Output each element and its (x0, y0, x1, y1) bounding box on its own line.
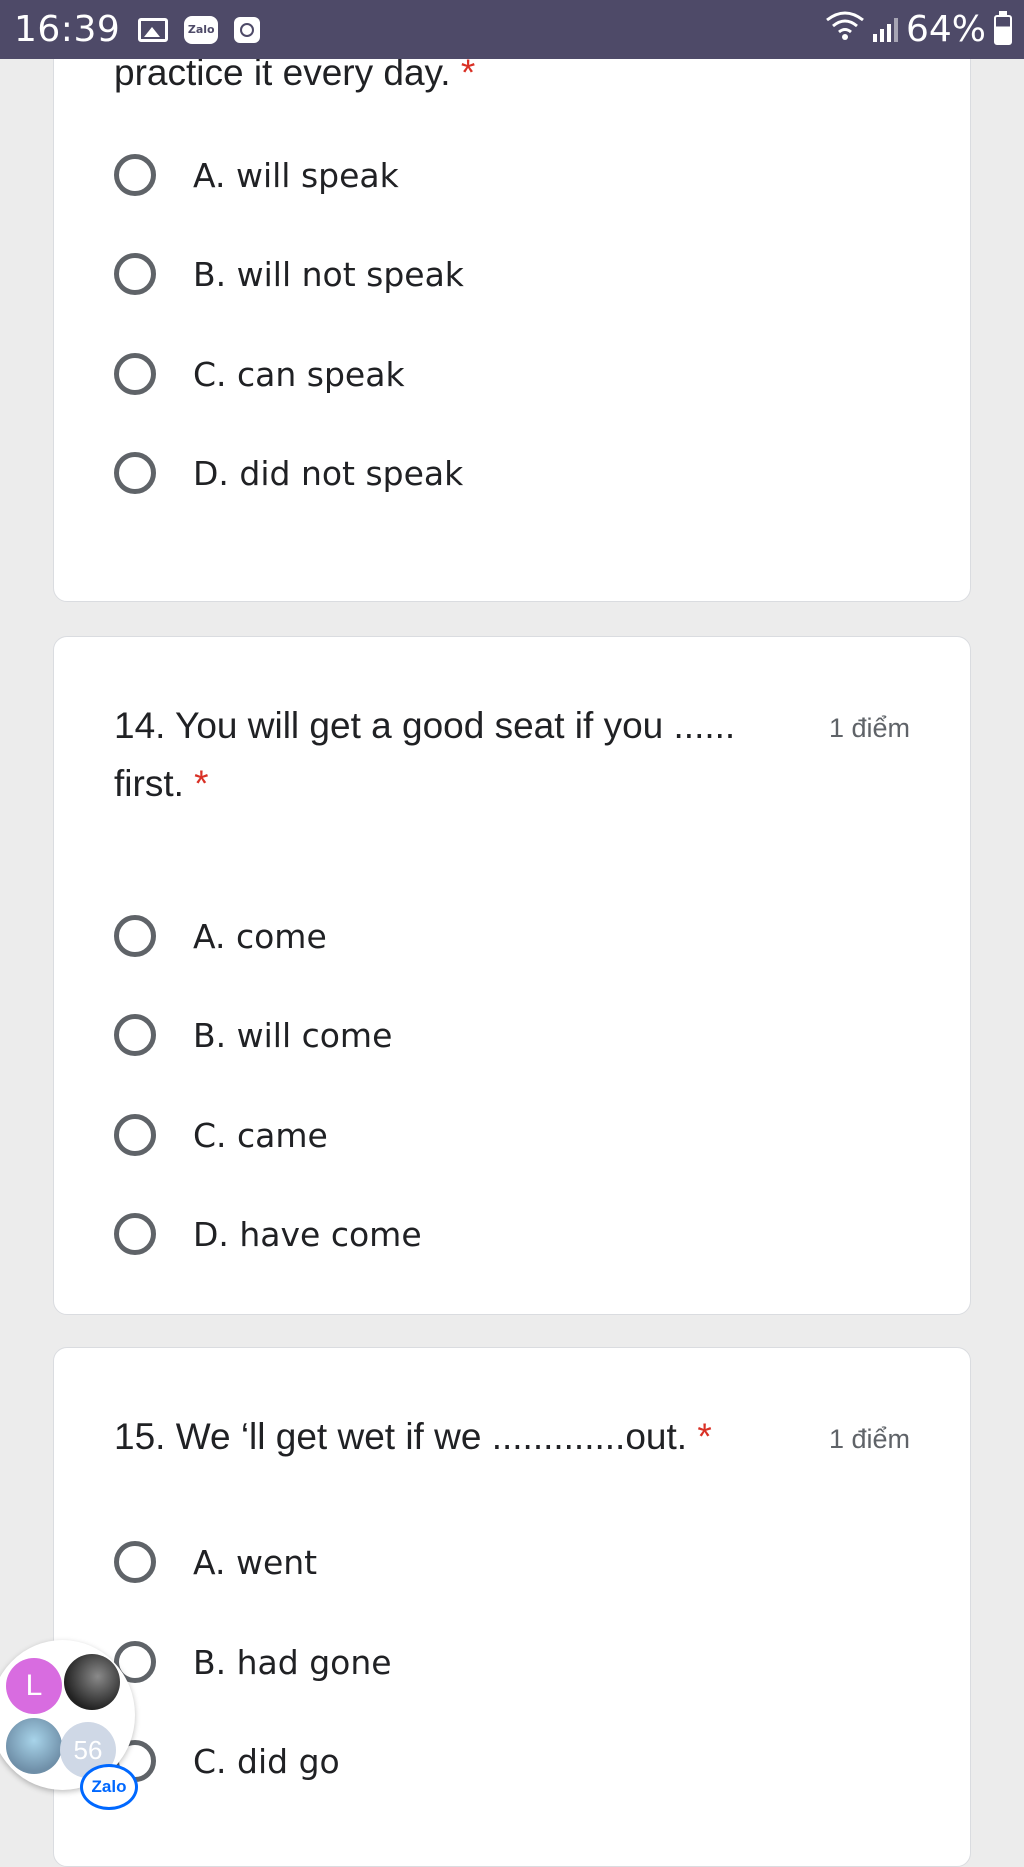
option-label: C. did go (193, 1741, 340, 1781)
option-a[interactable]: A. went (114, 1532, 317, 1592)
radio-button[interactable] (114, 915, 156, 957)
signal-icon (872, 17, 898, 42)
option-c[interactable]: C. came (114, 1105, 328, 1165)
radio-button[interactable] (114, 154, 156, 196)
radio-button[interactable] (114, 353, 156, 395)
option-a[interactable]: A. come (114, 906, 327, 966)
radio-button[interactable] (114, 1114, 156, 1156)
radio-button[interactable] (114, 1213, 156, 1255)
chat-avatar-photo[interactable] (64, 1654, 120, 1710)
question-title: 14. You will get a good seat if you ....… (114, 705, 736, 804)
required-mark: * (194, 763, 209, 804)
option-label: D. have come (193, 1214, 422, 1254)
option-label: A. will speak (193, 155, 399, 195)
required-mark: * (697, 1416, 712, 1457)
option-label: C. came (193, 1115, 328, 1155)
chat-avatar-letter[interactable]: L (6, 1658, 62, 1714)
question-title: 15. We ‘ll get wet if we .............ou… (114, 1416, 712, 1457)
chat-avatar-photo[interactable] (6, 1718, 62, 1774)
status-time: 16:39 (14, 9, 121, 50)
wifi-icon (825, 10, 865, 49)
option-label: C. can speak (193, 354, 405, 394)
radio-button[interactable] (114, 1014, 156, 1056)
radio-button[interactable] (114, 452, 156, 494)
option-b[interactable]: B. will not speak (114, 244, 464, 304)
option-b[interactable]: B. had gone (114, 1632, 392, 1692)
zalo-app-badge[interactable]: Zalo (80, 1764, 138, 1810)
option-label: B. had gone (193, 1642, 392, 1682)
zalo-icon: Zalo (184, 15, 219, 44)
option-label: B. will not speak (193, 254, 464, 294)
radio-button[interactable] (114, 1541, 156, 1583)
clock-icon (234, 16, 261, 43)
points-label: 1 điểm (828, 713, 910, 743)
battery-percent: 64% (905, 9, 986, 50)
status-bar: 16:39 Zalo 64% (0, 0, 1024, 59)
gallery-icon (138, 17, 169, 42)
option-a[interactable]: A. will speak (114, 145, 399, 205)
chat-bubbles[interactable]: L 56 Zalo (0, 1640, 140, 1820)
battery-icon (994, 10, 1012, 45)
radio-button[interactable] (114, 253, 156, 295)
option-label: D. did not speak (193, 453, 464, 493)
option-c[interactable]: C. did go (114, 1731, 340, 1791)
question-card-14: 14. You will get a good seat if you ....… (53, 636, 971, 1315)
option-label: A. come (193, 916, 327, 956)
question-card-15: 15. We ‘ll get wet if we .............ou… (53, 1347, 971, 1867)
option-d[interactable]: D. did not speak (114, 443, 463, 503)
points-label: 1 điểm (828, 1424, 910, 1454)
option-c[interactable]: C. can speak (114, 344, 405, 404)
option-label: B. will come (193, 1015, 393, 1055)
option-b[interactable]: B. will come (114, 1005, 392, 1065)
option-label: A. went (193, 1542, 318, 1582)
question-card-13: practice it every day. * A. will speak B… (53, 0, 971, 602)
option-d[interactable]: D. have come (114, 1204, 422, 1264)
